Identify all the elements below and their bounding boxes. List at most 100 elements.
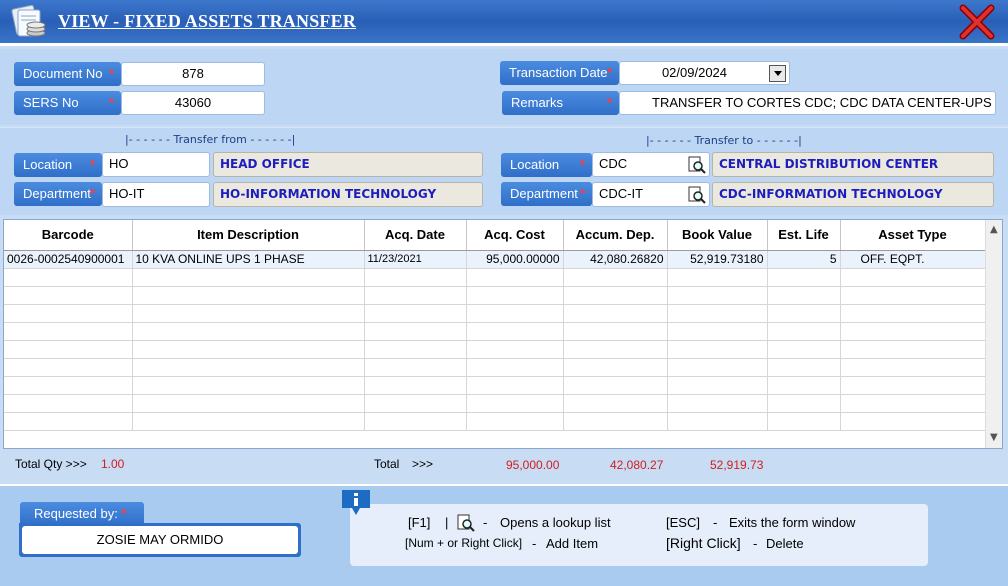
table-cell: OFF. EQPT. (840, 250, 986, 269)
table-cell (667, 268, 768, 287)
table-cell (4, 268, 133, 287)
table-cell (667, 376, 768, 395)
table-row[interactable]: 0026-0002540900001 10 KVA ONLINE UPS 1 PH… (4, 250, 986, 269)
table-cell (767, 322, 841, 341)
table-cell (840, 394, 986, 413)
help-box: [F1] | - Opens a lookup list [Num + or R… (350, 504, 928, 566)
from-location-field[interactable]: HO (102, 152, 210, 177)
table-cell: 5 (767, 250, 841, 269)
table-cell (563, 376, 668, 395)
remarks-field[interactable]: TRANSFER TO CORTES CDC; CDC DATA CENTER-… (619, 91, 996, 115)
table-cell (466, 358, 564, 377)
table-row[interactable] (4, 394, 986, 413)
table-cell (840, 376, 986, 395)
assets-grid[interactable]: Barcode Item Description Acq. Date Acq. Cos… (3, 219, 1003, 449)
table-cell (840, 268, 986, 287)
table-cell (132, 268, 365, 287)
column-header[interactable]: Book Value (667, 220, 768, 251)
from-location-label: Location * (14, 153, 102, 177)
help-dash: - (713, 515, 718, 530)
lookup-search-icon (457, 514, 475, 532)
document-no-label: Document No * (14, 62, 121, 86)
scroll-up-icon[interactable]: ▲ (990, 224, 998, 235)
table-cell (667, 340, 768, 359)
total-qty-value: 1.00 (101, 457, 125, 471)
total-accum-dep: 42,080.27 (610, 458, 664, 472)
assets-table: Barcode Item Description Acq. Date Acq. Cos… (4, 220, 986, 431)
table-cell (4, 394, 133, 413)
to-location-name: CENTRAL DISTRIBUTION CENTER (712, 152, 994, 177)
column-header[interactable]: Item Description (132, 220, 365, 251)
table-cell (563, 322, 668, 341)
table-cell (767, 286, 841, 305)
table-cell (563, 268, 668, 287)
requested-by-field[interactable]: ZOSIE MAY ORMIDO (22, 526, 298, 554)
table-cell (4, 286, 133, 305)
table-cell: 95,000.00000 (466, 250, 564, 269)
add-item-help-text: Add Item (546, 536, 599, 551)
table-cell: 52,919.73180 (667, 250, 768, 269)
table-row[interactable] (4, 304, 986, 323)
column-header[interactable]: Acq. Date (364, 220, 467, 251)
table-row[interactable] (4, 358, 986, 377)
window-title: VIEW - FIXED ASSETS TRANSFER (58, 11, 357, 31)
lookup-search-icon[interactable] (688, 186, 706, 204)
close-x-icon[interactable] (958, 4, 996, 40)
requested-by-box: ZOSIE MAY ORMIDO (19, 523, 301, 557)
add-item-key: [Num + or Right Click] (405, 536, 523, 550)
total-qty-label: Total Qty >>> (15, 457, 87, 471)
chevron-down-icon[interactable] (769, 65, 786, 82)
table-cell (364, 358, 467, 377)
table-cell (767, 268, 841, 287)
document-no-field[interactable]: 878 (121, 62, 265, 86)
table-row[interactable] (4, 286, 986, 305)
transfer-to-heading: |- - - - - - Transfer to - - - - - -| (646, 134, 802, 147)
table-cell (364, 394, 467, 413)
table-cell (132, 412, 365, 431)
table-cell (466, 394, 564, 413)
table-cell (4, 358, 133, 377)
table-cell: 10 KVA ONLINE UPS 1 PHASE (132, 250, 365, 269)
from-department-field[interactable]: HO-IT (102, 182, 210, 207)
table-cell (667, 286, 768, 305)
table-cell (840, 286, 986, 305)
total-book-value: 52,919.73 (710, 458, 764, 472)
delete-key: [Right Click] (666, 535, 741, 551)
table-cell: 11/23/2021 (364, 250, 467, 269)
column-header[interactable]: Acq. Cost (466, 220, 564, 251)
lookup-search-icon[interactable] (688, 156, 706, 174)
table-cell (4, 322, 133, 341)
table-cell (364, 304, 467, 323)
table-cell (563, 286, 668, 305)
column-header[interactable]: Accum. Dep. (563, 220, 668, 251)
table-cell (4, 412, 133, 431)
f1-help-text: Opens a lookup list (500, 515, 611, 530)
table-cell (364, 322, 467, 341)
table-row[interactable] (4, 340, 986, 359)
table-row[interactable] (4, 376, 986, 395)
table-cell (132, 376, 365, 395)
sers-no-field[interactable]: 43060 (121, 91, 265, 115)
table-cell (840, 304, 986, 323)
sers-no-label: SERS No * (14, 91, 121, 115)
total-label: Total (374, 457, 400, 471)
table-cell: 0026-0002540900001 (4, 250, 133, 269)
help-dash: - (532, 536, 537, 551)
from-department-label: Department * (14, 182, 102, 206)
table-cell (466, 304, 564, 323)
info-icon (342, 490, 370, 515)
transaction-date-picker[interactable]: 02/09/2024 (619, 61, 790, 85)
table-row[interactable] (4, 412, 986, 431)
scroll-down-icon[interactable]: ▼ (990, 432, 998, 443)
column-header[interactable]: Barcode (4, 220, 133, 251)
remarks-label: Remarks * (502, 91, 619, 115)
table-row[interactable] (4, 322, 986, 341)
table-cell (132, 322, 365, 341)
to-location-field[interactable]: CDC (592, 152, 710, 177)
vertical-scrollbar[interactable]: ▲ ▼ (985, 220, 1002, 448)
column-header[interactable]: Est. Life (767, 220, 841, 251)
table-cell (364, 412, 467, 431)
column-header[interactable]: Asset Type (840, 220, 986, 251)
to-department-field[interactable]: CDC-IT (592, 182, 710, 207)
table-row[interactable] (4, 268, 986, 287)
